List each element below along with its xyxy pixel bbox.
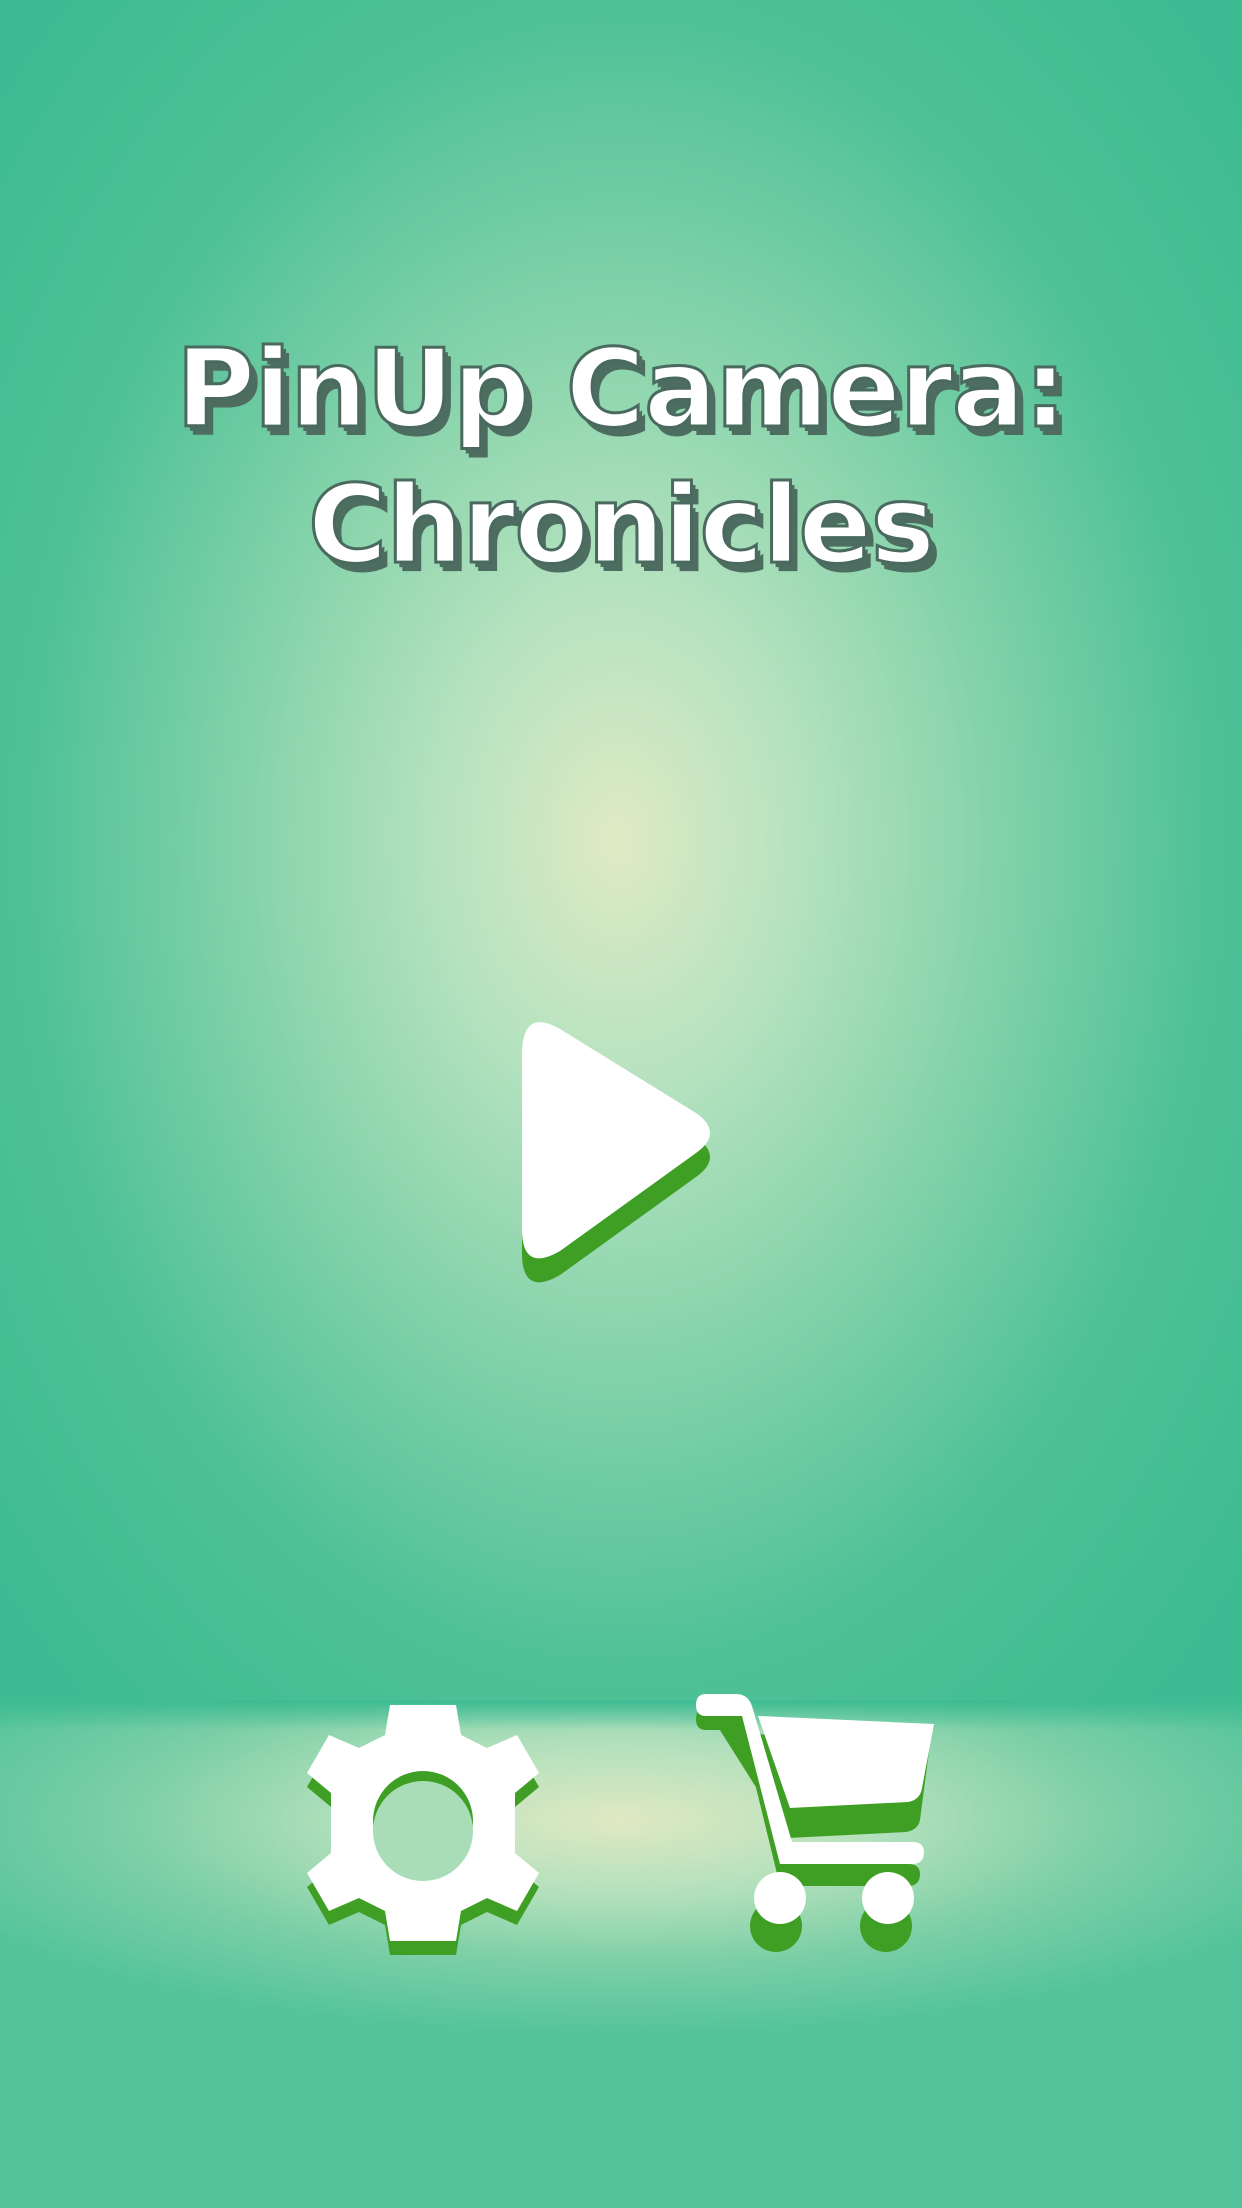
play-icon <box>522 1022 710 1283</box>
cart-icon-wheel-left <box>754 1872 806 1924</box>
shop-button[interactable] <box>694 1690 938 1952</box>
title-line-1: PinUp Camera: <box>175 326 1069 454</box>
floor-edge <box>0 1700 1242 1730</box>
gear-icon <box>307 1705 539 1955</box>
cart-icon-wheel-right <box>862 1872 914 1924</box>
floor-glow <box>0 1700 1242 2208</box>
gear-icon-hole <box>373 1781 473 1881</box>
main-menu-screen: PinUp Camera: Chronicles <box>0 0 1242 2208</box>
game-title: PinUp Camera: Chronicles <box>0 322 1242 594</box>
title-line-2: Chronicles <box>306 462 936 590</box>
settings-button[interactable] <box>303 1695 543 1955</box>
cart-icon <box>696 1694 934 1952</box>
play-button[interactable] <box>518 1022 724 1295</box>
